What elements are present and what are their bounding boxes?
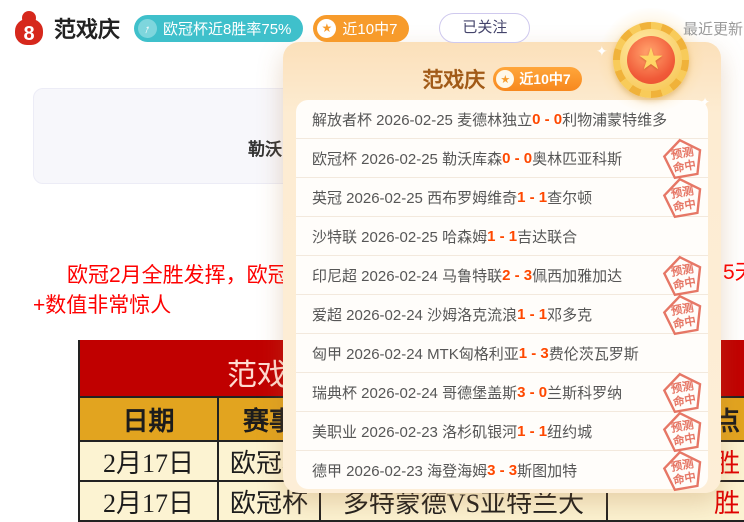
prediction-row[interactable]: 爱超 2026-02-24 沙姆洛克流浪1 - 1邓多克 预测 命中 xyxy=(296,295,708,334)
match-info: 沙特联 2026-02-25 哈森姆 xyxy=(312,226,487,247)
away-team: 费伦茨瓦罗斯 xyxy=(549,343,639,364)
table-title-text: 范戏 xyxy=(227,350,287,394)
prediction-row[interactable]: 英冠 2026-02-25 西布罗姆维奇1 - 1查尔顿 预测 命中 xyxy=(296,178,708,217)
popup-streak-badge: ★ 近10中7 xyxy=(493,67,581,91)
match-info: 欧冠杯 2026-02-25 勒沃库森 xyxy=(312,148,502,169)
popup-expert-name: 范戏庆 xyxy=(422,64,485,94)
prediction-row[interactable]: 瑞典杯 2026-02-24 哥德堡盖斯3 - 0兰斯科罗纳 预测 命中 xyxy=(296,373,708,412)
match-info: 解放者杯 2026-02-25 麦德林独立 xyxy=(312,109,532,130)
header-date: 日期 xyxy=(80,398,219,440)
away-team: 纽约城 xyxy=(547,421,592,442)
win-rate-badge: ↑ 欧冠杯近8胜率75% xyxy=(134,15,303,42)
cell-date: 2月17日 xyxy=(80,442,219,480)
match-score: 1 - 3 xyxy=(519,345,549,362)
match-score: 3 - 3 xyxy=(487,462,517,479)
star-icon: ★ xyxy=(317,19,336,38)
promo-text-line1-right: 5天 xyxy=(723,256,744,286)
match-info: 英冠 2026-02-25 西布罗姆维奇 xyxy=(312,187,517,208)
match-score: 3 - 0 xyxy=(517,384,547,401)
match-card-text: 勒沃 xyxy=(248,135,282,160)
prediction-row[interactable]: 德甲 2026-02-23 海登海姆3 - 3斯图加特 预测 命中 xyxy=(296,451,708,489)
match-score: 1 - 1 xyxy=(517,306,547,323)
away-team: 兰斯科罗纳 xyxy=(547,382,622,403)
streak-badge: ★ 近10中7 xyxy=(313,15,409,42)
away-team: 斯图加特 xyxy=(517,460,577,481)
match-info: 匈甲 2026-02-24 MTK匈格利亚 xyxy=(312,343,519,364)
match-score: 1 - 1 xyxy=(517,423,547,440)
win-rate-badge-label: 欧冠杯近8胜率75% xyxy=(163,18,291,39)
match-info: 印尼超 2026-02-24 马鲁特联 xyxy=(312,265,502,286)
star-icon: ★ xyxy=(496,70,514,88)
streak-badge-label: 近10中7 xyxy=(342,18,397,39)
away-team: 邓多克 xyxy=(547,304,592,325)
match-info: 瑞典杯 2026-02-24 哥德堡盖斯 xyxy=(312,382,517,403)
svg-text:8: 8 xyxy=(23,23,34,45)
popup-streak-badge-label: 近10中7 xyxy=(519,69,570,89)
up-arrow-icon: ↑ xyxy=(135,16,159,40)
prediction-hit-stamp-icon: 预测 命中 xyxy=(659,446,708,495)
prediction-row[interactable]: 沙特联 2026-02-25 哈森姆1 - 1吉达联合 预测 命中 xyxy=(296,217,708,256)
last-update-label: 最近更新: xyxy=(683,18,744,39)
expert-name: 范戏庆 xyxy=(54,12,120,44)
away-team: 吉达联合 xyxy=(517,226,577,247)
match-score: 1 - 1 xyxy=(517,189,547,206)
prediction-row[interactable]: 印尼超 2026-02-24 马鲁特联2 - 3佩西加雅加达 预测 命中 xyxy=(296,256,708,295)
promo-text-line1: 欧冠2月全胜发挥，欧冠近 xyxy=(67,259,310,289)
away-team: 佩西加雅加达 xyxy=(532,265,622,286)
match-score: 1 - 1 xyxy=(487,228,517,245)
site-logo-icon[interactable]: 8 xyxy=(14,10,44,46)
prediction-hit-stamp-icon: 预测 命中 xyxy=(659,173,708,222)
match-info: 德甲 2026-02-23 海登海姆 xyxy=(312,460,487,481)
match-info: 爱超 2026-02-24 沙姆洛克流浪 xyxy=(312,304,517,325)
promo-text-line2: +数值非常惊人 xyxy=(33,289,171,319)
prediction-row[interactable]: 欧冠杯 2026-02-25 勒沃库森0 - 0奥林匹亚科斯 预测 命中 xyxy=(296,139,708,178)
cell-date: 2月17日 xyxy=(80,482,219,520)
match-info: 美职业 2026-02-23 洛杉矶银河 xyxy=(312,421,517,442)
match-score: 0 - 0 xyxy=(532,111,562,128)
followed-button[interactable]: 已关注 xyxy=(439,13,530,43)
prediction-row[interactable]: 美职业 2026-02-23 洛杉矶银河1 - 1纽约城 预测 命中 xyxy=(296,412,708,451)
prediction-hit-stamp-icon: 预测 命中 xyxy=(659,290,708,339)
prediction-list: 解放者杯 2026-02-25 麦德林独立0 - 0利物浦蒙特维多 预测 命中 … xyxy=(296,100,708,489)
away-team: 奥林匹亚科斯 xyxy=(532,148,622,169)
away-team: 查尔顿 xyxy=(547,187,592,208)
match-score: 2 - 3 xyxy=(502,267,532,284)
sparkle-icon: ✦ xyxy=(700,96,710,108)
match-score: 0 - 0 xyxy=(502,150,532,167)
top-bar: 8 范戏庆 ↑ 欧冠杯近8胜率75% ★ 近10中7 已关注 最近更新: xyxy=(0,0,744,56)
prediction-row[interactable]: 匈甲 2026-02-24 MTK匈格利亚1 - 3费伦茨瓦罗斯 预测 命中 xyxy=(296,334,708,373)
